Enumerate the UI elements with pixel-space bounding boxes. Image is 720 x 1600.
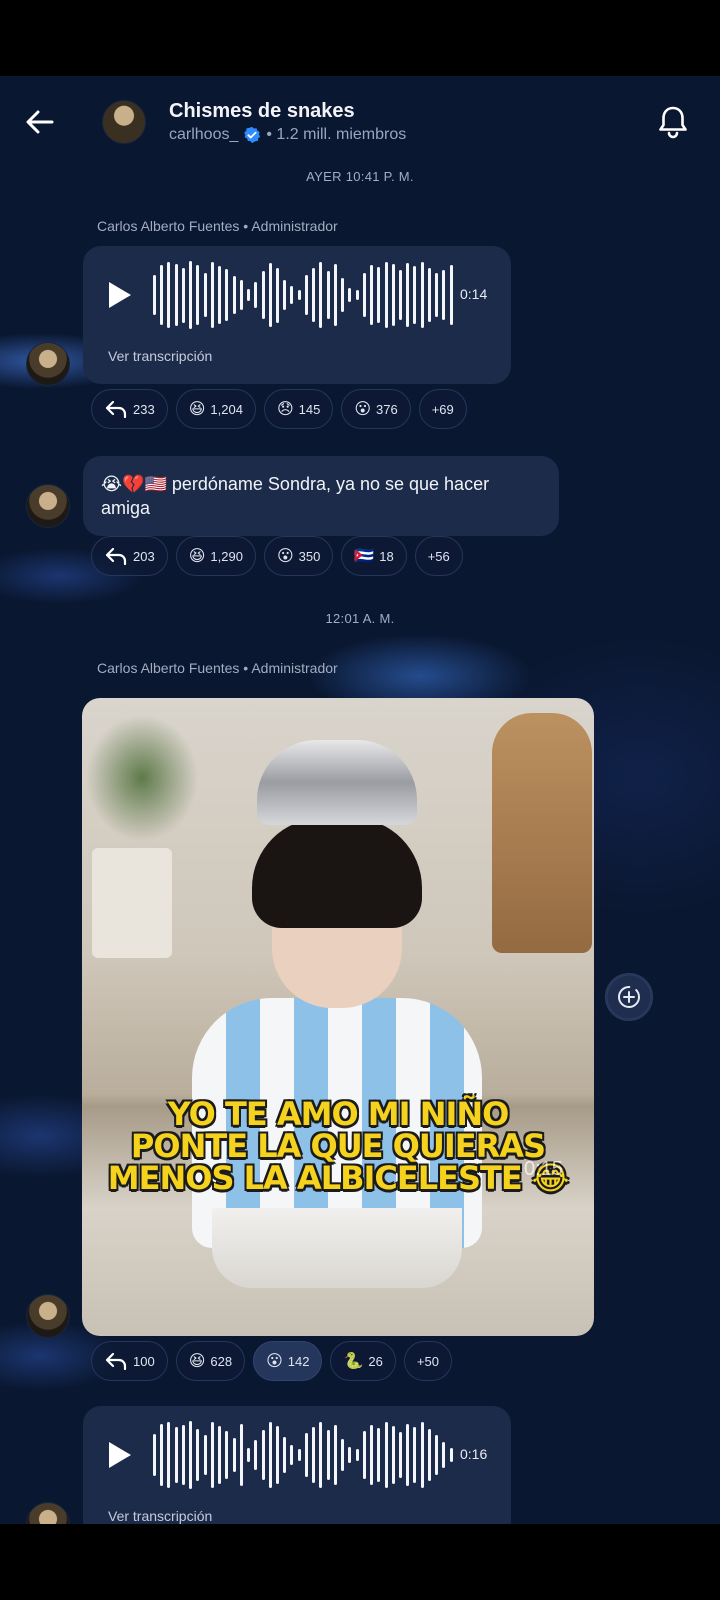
play-icon[interactable] [107,1440,133,1470]
snake-emoji-icon: 🐍 [343,1353,364,1370]
image-cutting-board [492,713,592,953]
surprised-emoji-icon: 😮 [354,401,372,418]
text-message[interactable]: 😭💔🇺🇸 perdóname Sondra, ya no se que hace… [83,456,559,536]
sender-avatar[interactable] [26,1294,70,1338]
back-arrow-icon[interactable] [22,104,58,140]
reaction-bar: 100 😆 628 😮 142 🐍 26 +50 [91,1341,452,1381]
voice-message[interactable]: 0:14 Ver transcripción [83,246,511,384]
reaction-count: 628 [210,1353,233,1369]
reaction-count: 1,290 [210,548,243,564]
reaction-count: 350 [298,548,321,564]
channel-title[interactable]: Chismes de snakes [169,100,355,123]
voice-message[interactable]: 0:16 Ver transcripción [83,1406,511,1524]
audio-duration: 0:16 [460,1446,488,1462]
message-author[interactable]: Carlos Alberto Fuentes • Administrador [97,218,338,234]
reply-icon [105,1352,127,1371]
reaction-count: 26 [368,1353,383,1369]
channel-handle[interactable]: carlhoos_ [169,126,238,144]
more-reactions-count: +56 [427,548,450,564]
reaction-count: 145 [298,401,321,417]
reaction-bar: 233 😆 1,204 😞 145 😮 376 +69 [91,389,467,429]
sender-avatar[interactable] [26,342,70,386]
caption-line: PONTE LA QUE QUIERAS [130,1127,546,1165]
reaction-chip[interactable]: 😆 1,290 [175,536,256,576]
reply-count: 100 [133,1353,155,1369]
video-time-overlay: 0:15 [524,1158,563,1180]
timestamp-divider: AYER 10:41 P. M. [306,169,414,184]
reply-count-button[interactable]: 233 [91,389,168,429]
audio-waveform[interactable] [153,260,453,330]
view-transcription-link[interactable]: Ver transcripción [108,348,212,364]
more-reactions-chip[interactable]: +56 [414,536,463,576]
surprised-emoji-icon: 😮 [266,1353,283,1370]
message-text: 😭💔🇺🇸 perdóname Sondra, ya no se que hace… [101,474,490,518]
bell-icon[interactable] [654,103,692,141]
audio-waveform[interactable] [153,1420,453,1490]
message-author[interactable]: Carlos Alberto Fuentes • Administrador [97,660,338,676]
more-reactions-chip[interactable]: +69 [418,389,467,429]
reaction-chip[interactable]: 🐍 26 [330,1341,396,1381]
sender-avatar[interactable] [26,484,70,528]
more-reactions-count: +69 [431,401,454,417]
reply-icon [105,400,127,419]
laughing-emoji-icon: 😆 [188,401,206,418]
reply-count-button[interactable]: 203 [91,536,168,576]
chat-screen: Chismes de snakes carlhoos_ • 1.2 mill. … [0,76,720,1524]
play-icon[interactable] [107,280,133,310]
image-pot [92,848,172,958]
video-message[interactable]: YO TE AMO MI NIÑO PONTE LA QUE QUIERAS M… [82,698,594,1336]
reaction-chip[interactable]: 😮 350 [263,536,334,576]
reaction-count: 376 [376,401,398,417]
audio-duration: 0:14 [460,286,488,302]
reaction-count: 142 [287,1353,310,1369]
image-shaker-cap [257,740,417,825]
system-navigation-bar [0,1524,720,1600]
reply-count: 233 [133,401,155,417]
reply-icon [105,547,127,566]
caption-line: MENOS LA ALBICELESTE 😂 [107,1159,569,1197]
reaction-chip[interactable]: 😆 628 [175,1341,246,1381]
more-reactions-chip[interactable]: +50 [403,1341,452,1381]
more-reactions-count: +50 [416,1353,439,1369]
surprised-emoji-icon: 😮 [276,548,294,565]
verified-badge-icon [244,126,261,144]
channel-avatar[interactable] [102,100,146,144]
reply-count: 203 [133,548,155,564]
channel-header: Chismes de snakes carlhoos_ • 1.2 mill. … [0,76,720,172]
reaction-chip[interactable]: 😆 1,204 [175,389,256,429]
reaction-chip[interactable]: 😮 376 [341,389,411,429]
laughing-emoji-icon: 😆 [188,548,206,565]
image-salt-base [212,1208,462,1288]
flag-emoji-icon: 🇨🇺 [354,548,375,565]
laughing-emoji-icon: 😆 [188,1353,206,1370]
reaction-bar: 203 😆 1,290 😮 350 🇨🇺 18 +56 [91,536,463,576]
reaction-chip[interactable]: 🇨🇺 18 [341,536,407,576]
reply-count-button[interactable]: 100 [91,1341,168,1381]
zoom-plus-icon[interactable] [605,973,653,1021]
image-hair [252,818,422,928]
reaction-count: 18 [379,548,394,564]
reaction-chip[interactable]: 😞 145 [263,389,334,429]
caption-line: YO TE AMO MI NIÑO [167,1095,510,1133]
reaction-chip-selected[interactable]: 😮 142 [253,1341,323,1381]
member-count: • 1.2 mill. miembros [266,126,407,143]
channel-subtitle: carlhoos_ • 1.2 mill. miembros [169,126,406,144]
meme-caption: YO TE AMO MI NIÑO PONTE LA QUE QUIERAS M… [82,1098,594,1194]
sad-emoji-icon: 😞 [276,401,294,418]
sender-avatar[interactable] [26,1502,70,1524]
view-transcription-link[interactable]: Ver transcripción [108,1508,212,1524]
reaction-count: 1,204 [210,401,243,417]
timestamp-divider: 12:01 A. M. [325,611,395,626]
